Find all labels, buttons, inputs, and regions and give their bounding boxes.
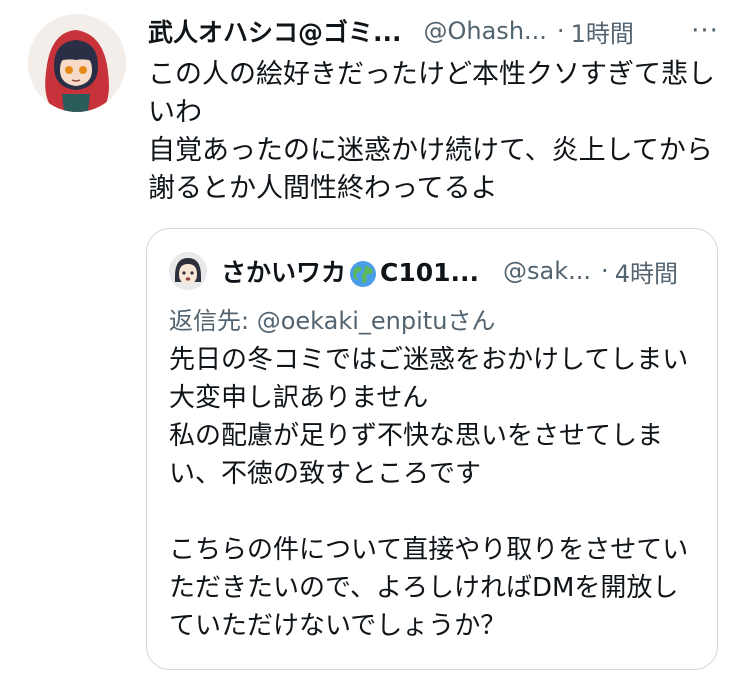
quoted-text-line <box>169 493 709 531</box>
tweet-header: 武人オハシコ@ゴミ... @Ohash... · 1時間 ··· <box>148 14 728 48</box>
avatar[interactable] <box>28 14 126 112</box>
quoted-text-line: ただきたいので、よろしければDMを開放し <box>169 573 679 603</box>
quoted-timestamp[interactable]: 4時間 <box>615 254 678 289</box>
quoted-text-line: 先日の冬コミではご迷惑をおかけしてしまい <box>169 345 689 375</box>
tweet-text-line: 謝るとか人間性終わってるよ <box>148 173 498 204</box>
reply-context: 返信先: @oekaki_enpituさん <box>169 301 699 336</box>
character-avatar-icon <box>169 252 207 290</box>
quoted-text-line: ていただけないでしょうか？ <box>169 611 507 641</box>
quoted-separator-dot: · <box>601 257 609 285</box>
tweet-text-line: 自覚あったのに迷惑かけ続けて、炎上してから <box>148 135 713 166</box>
quoted-text-line: い、不徳の致すところです <box>169 459 482 489</box>
reply-mention-link[interactable]: @oekaki_enpitu <box>257 307 448 335</box>
reply-prefix: 返信先: <box>169 307 257 335</box>
quoted-display-name-text: さかいワカ <box>221 258 347 287</box>
quoted-text-line: 大変申し訳ありません <box>169 383 429 413</box>
quoted-display-name[interactable]: さかいワカ C101... <box>221 253 479 289</box>
user-handle[interactable]: @Ohash... <box>424 17 547 45</box>
quoted-tweet-header: さかいワカ C101... @sak... · 4時間 <box>169 249 699 293</box>
reply-suffix: さん <box>447 307 496 335</box>
globe-emoji-icon <box>348 259 378 289</box>
quoted-text-line: 私の配慮が足りず不快な思いをさせてしま <box>169 421 664 451</box>
more-icon[interactable]: ··· <box>682 14 728 48</box>
separator-dot: · <box>556 17 565 45</box>
quoted-tweet[interactable]: さかいワカ C101... @sak... · 4時間 返信先: @oekaki_… <box>146 228 718 670</box>
tweet-text-line: この人の絵好きだったけど本性クソすぎて悲し <box>148 59 715 90</box>
display-name[interactable]: 武人オハシコ@ゴミ... <box>148 13 402 49</box>
tweet[interactable]: 武人オハシコ@ゴミ... @Ohash... · 1時間 ··· この人の絵好き… <box>0 0 750 684</box>
quoted-tweet-text: 先日の冬コミではご迷惑をおかけしてしまい 大変申し訳ありません 私の配慮が足りず… <box>169 341 709 645</box>
red-hood-avatar-icon <box>28 14 126 112</box>
quoted-user-handle[interactable]: @sak... <box>503 257 591 285</box>
quoted-text-line: こちらの件について直接やり取りをさせてい <box>169 535 689 565</box>
timestamp[interactable]: 1時間 <box>571 14 634 49</box>
tweet-text: この人の絵好きだったけど本性クソすぎて悲し いわ 自覚あったのに迷惑かけ続けて、… <box>148 56 728 208</box>
quoted-display-name-suffix: C101... <box>380 258 480 287</box>
tweet-text-line: いわ <box>148 97 202 128</box>
quoted-avatar[interactable] <box>169 252 207 290</box>
